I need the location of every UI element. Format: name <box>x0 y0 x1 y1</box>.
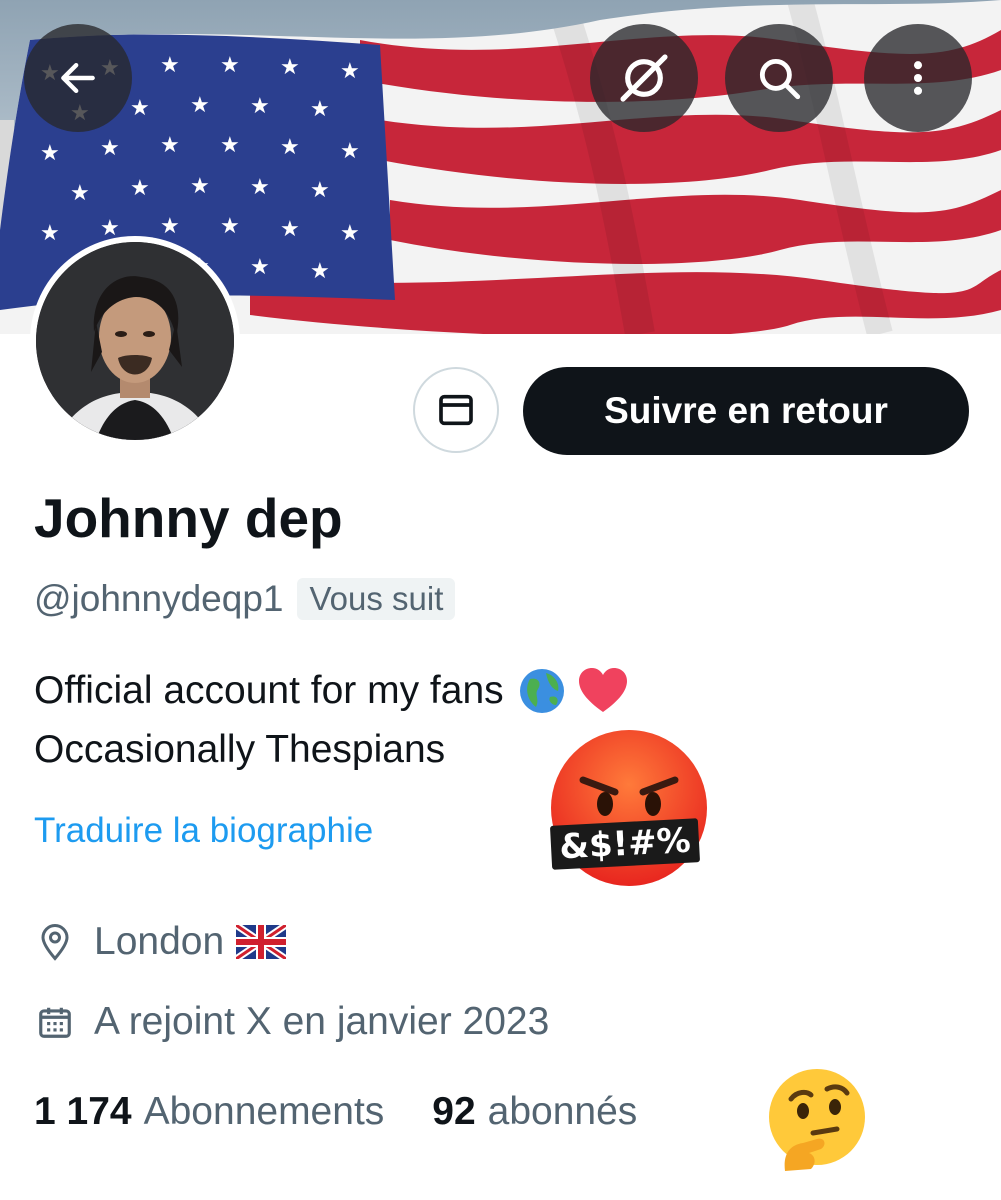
avatar[interactable] <box>30 236 240 446</box>
svg-text:★: ★ <box>40 141 60 166</box>
more-vertical-icon <box>913 61 923 95</box>
svg-text:★: ★ <box>190 93 210 118</box>
globe-emoji-icon <box>519 669 564 713</box>
svg-text:★: ★ <box>310 97 330 122</box>
translate-bio-link[interactable]: Traduire la biographie <box>34 811 373 851</box>
location-pin-icon <box>41 924 69 961</box>
cursing-face-emoji-icon: &$!#% <box>550 730 707 886</box>
calendar-icon <box>39 1007 71 1038</box>
svg-text:★: ★ <box>310 259 330 284</box>
svg-text:★: ★ <box>40 221 60 246</box>
avatar-photo <box>36 242 234 440</box>
follow-stats: 1 174 Abonnements 92 abonnés <box>34 1090 637 1134</box>
thinking-face-emoji-icon <box>769 1069 865 1171</box>
location-text: London <box>94 920 225 963</box>
svg-text:★: ★ <box>160 53 180 78</box>
location-row: London <box>34 920 287 964</box>
profile-handle: @johnnydeqp1 <box>34 578 284 619</box>
svg-text:★: ★ <box>340 59 360 84</box>
svg-text:★: ★ <box>220 214 240 239</box>
arrow-left-icon <box>61 62 95 94</box>
message-button[interactable] <box>413 367 499 453</box>
follow-back-button[interactable]: Suivre en retour <box>523 367 969 455</box>
back-button[interactable] <box>24 24 132 132</box>
svg-text:★: ★ <box>250 94 270 119</box>
svg-text:★: ★ <box>250 175 270 200</box>
svg-text:★: ★ <box>280 135 300 160</box>
cursing-symbols: &$!#% <box>558 821 691 868</box>
svg-text:★: ★ <box>100 136 120 161</box>
envelope-icon <box>439 394 473 426</box>
svg-text:★: ★ <box>340 221 360 246</box>
bio-line-1: Official account for my fans <box>34 665 630 717</box>
followers-count: 92 <box>432 1090 476 1133</box>
following-stat[interactable]: 1 174 Abonnements <box>34 1090 384 1134</box>
svg-text:★: ★ <box>340 139 360 164</box>
follows-you-badge: Vous suit <box>297 578 456 620</box>
joined-row: A rejoint X en janvier 2023 <box>34 1000 549 1044</box>
uk-flag-emoji-icon <box>236 925 287 959</box>
more-button[interactable] <box>864 24 972 132</box>
search-icon <box>759 58 801 100</box>
grok-button[interactable] <box>590 24 698 132</box>
svg-text:★: ★ <box>220 53 240 78</box>
followers-stat[interactable]: 92 abonnés <box>432 1090 637 1134</box>
bio-line-2: Occasionally Thespians <box>34 728 446 771</box>
svg-text:★: ★ <box>160 133 180 158</box>
following-count: 1 174 <box>34 1090 132 1133</box>
svg-text:★: ★ <box>250 255 270 280</box>
svg-text:★: ★ <box>280 55 300 80</box>
svg-text:★: ★ <box>130 96 150 121</box>
heart-emoji-icon <box>578 668 627 712</box>
search-button[interactable] <box>725 24 833 132</box>
svg-text:★: ★ <box>160 214 180 239</box>
svg-text:★: ★ <box>310 178 330 203</box>
svg-text:★: ★ <box>280 217 300 242</box>
svg-text:★: ★ <box>220 133 240 158</box>
joined-text: A rejoint X en janvier 2023 <box>94 1000 550 1043</box>
svg-text:★: ★ <box>70 181 90 206</box>
svg-text:★: ★ <box>130 176 150 201</box>
svg-text:★: ★ <box>190 174 210 199</box>
handle-row: @johnnydeqp1 Vous suit <box>34 578 456 620</box>
grok-icon <box>620 54 668 102</box>
bio-text-1: Official account for my fans <box>34 669 504 712</box>
followers-label: abonnés <box>487 1090 638 1133</box>
profile-name: Johnny dep <box>34 487 343 549</box>
following-label: Abonnements <box>143 1090 385 1133</box>
